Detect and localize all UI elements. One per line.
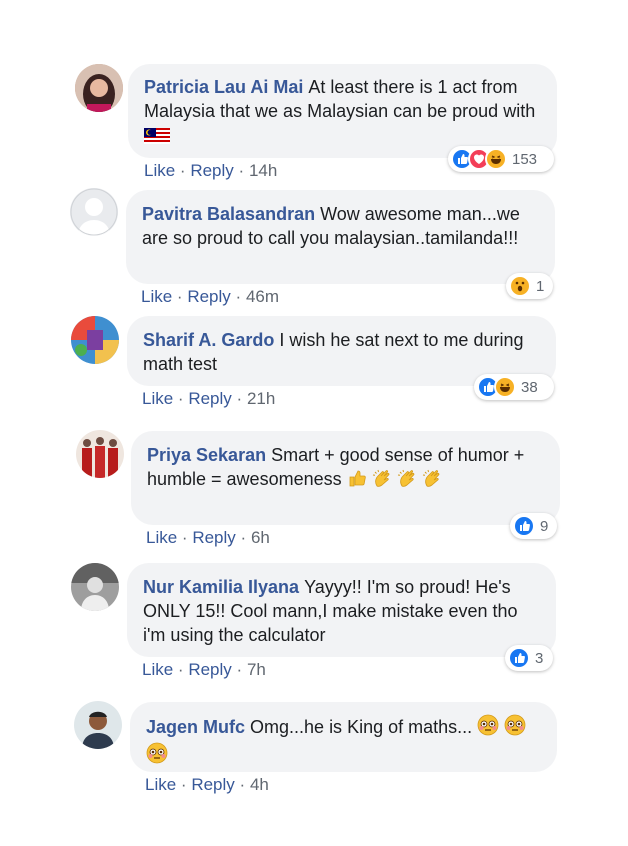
thumbs-up-icon bbox=[347, 468, 367, 494]
reaction-count: 3 bbox=[535, 649, 544, 667]
comment-bubble: Priya Sekaran Smart + good sense of humor… bbox=[131, 431, 560, 525]
comment-actions: Like · Reply · 14h bbox=[144, 161, 278, 180]
reactions-summary[interactable]: 9 bbox=[510, 513, 557, 539]
comment-timestamp[interactable]: 14h bbox=[249, 161, 277, 180]
clap-icon bbox=[397, 468, 417, 494]
comment-text: Omg...he is King of maths... bbox=[250, 717, 473, 737]
reply-button[interactable]: Reply bbox=[191, 775, 234, 794]
like-button[interactable]: Like bbox=[144, 161, 175, 180]
reply-button[interactable]: Reply bbox=[188, 389, 231, 408]
like-button[interactable]: Like bbox=[142, 389, 173, 408]
reply-button[interactable]: Reply bbox=[188, 660, 231, 679]
reactions-summary[interactable]: 38 bbox=[474, 374, 554, 400]
comment-actions: Like · Reply · 21h bbox=[142, 389, 276, 408]
comment-timestamp[interactable]: 4h bbox=[250, 775, 269, 794]
clap-icon bbox=[422, 468, 442, 494]
like-button[interactable]: Like bbox=[141, 287, 172, 306]
comment-bubble: Jagen Mufc Omg...he is King of maths... bbox=[130, 702, 557, 772]
avatar-photo-icon bbox=[74, 701, 122, 749]
like-reaction-icon bbox=[513, 515, 535, 537]
avatar[interactable] bbox=[75, 64, 123, 112]
avatar[interactable] bbox=[76, 430, 124, 478]
comment-actions: Like · Reply · 7h bbox=[142, 660, 266, 679]
flag-malaysia-icon bbox=[144, 126, 170, 150]
comment-bubble: Nur Kamilia Ilyana Yayyy!! I'm so proud! … bbox=[127, 563, 556, 657]
comment-actions: Like · Reply · 46m bbox=[141, 287, 280, 306]
like-button[interactable]: Like bbox=[146, 528, 177, 547]
comment-author[interactable]: Jagen Mufc bbox=[146, 717, 245, 737]
reaction-count: 9 bbox=[540, 517, 549, 535]
reply-button[interactable]: Reply bbox=[190, 161, 233, 180]
comment-author[interactable]: Nur Kamilia Ilyana bbox=[143, 577, 299, 597]
like-reaction-icon bbox=[508, 647, 530, 669]
avatar[interactable] bbox=[70, 188, 118, 236]
reaction-count: 1 bbox=[536, 277, 545, 295]
comment-author[interactable]: Priya Sekaran bbox=[147, 445, 266, 465]
comment-author[interactable]: Sharif A. Gardo bbox=[143, 330, 274, 350]
clap-icon bbox=[372, 468, 392, 494]
avatar-photo-icon bbox=[71, 563, 119, 611]
avatar[interactable] bbox=[71, 563, 119, 611]
reaction-count: 153 bbox=[512, 150, 538, 168]
comment-timestamp[interactable]: 46m bbox=[246, 287, 279, 306]
reply-button[interactable]: Reply bbox=[192, 528, 235, 547]
avatar-photo-icon bbox=[76, 430, 124, 478]
comment-bubble: Pavitra Balasandran Wow awesome man...we … bbox=[126, 190, 555, 284]
haha-reaction-icon bbox=[494, 376, 516, 398]
haha-reaction-icon bbox=[485, 148, 507, 170]
comment-author[interactable]: Pavitra Balasandran bbox=[142, 204, 315, 224]
comment-actions: Like · Reply · 4h bbox=[145, 775, 269, 794]
flushed-face-icon bbox=[477, 714, 499, 742]
reply-button[interactable]: Reply bbox=[187, 287, 230, 306]
comment-author[interactable]: Patricia Lau Ai Mai bbox=[144, 77, 303, 97]
reaction-count: 38 bbox=[521, 378, 538, 396]
reactions-summary[interactable]: 1 bbox=[506, 273, 553, 299]
avatar-photo-icon bbox=[75, 64, 123, 112]
flushed-face-icon bbox=[146, 742, 168, 770]
flushed-face-icon bbox=[504, 714, 526, 742]
default-avatar-icon bbox=[70, 188, 118, 236]
reactions-summary[interactable]: 3 bbox=[505, 645, 553, 671]
avatar-photo-icon bbox=[71, 316, 119, 364]
avatar[interactable] bbox=[71, 316, 119, 364]
wow-reaction-icon bbox=[509, 275, 531, 297]
comment-actions: Like · Reply · 6h bbox=[146, 528, 270, 547]
comment-timestamp[interactable]: 21h bbox=[247, 389, 275, 408]
like-button[interactable]: Like bbox=[145, 775, 176, 794]
comment-bubble: Patricia Lau Ai Mai At least there is 1 a… bbox=[128, 64, 557, 158]
avatar[interactable] bbox=[74, 701, 122, 749]
comment-timestamp[interactable]: 7h bbox=[247, 660, 266, 679]
like-button[interactable]: Like bbox=[142, 660, 173, 679]
reactions-summary[interactable]: 153 bbox=[448, 146, 554, 172]
comment-timestamp[interactable]: 6h bbox=[251, 528, 270, 547]
